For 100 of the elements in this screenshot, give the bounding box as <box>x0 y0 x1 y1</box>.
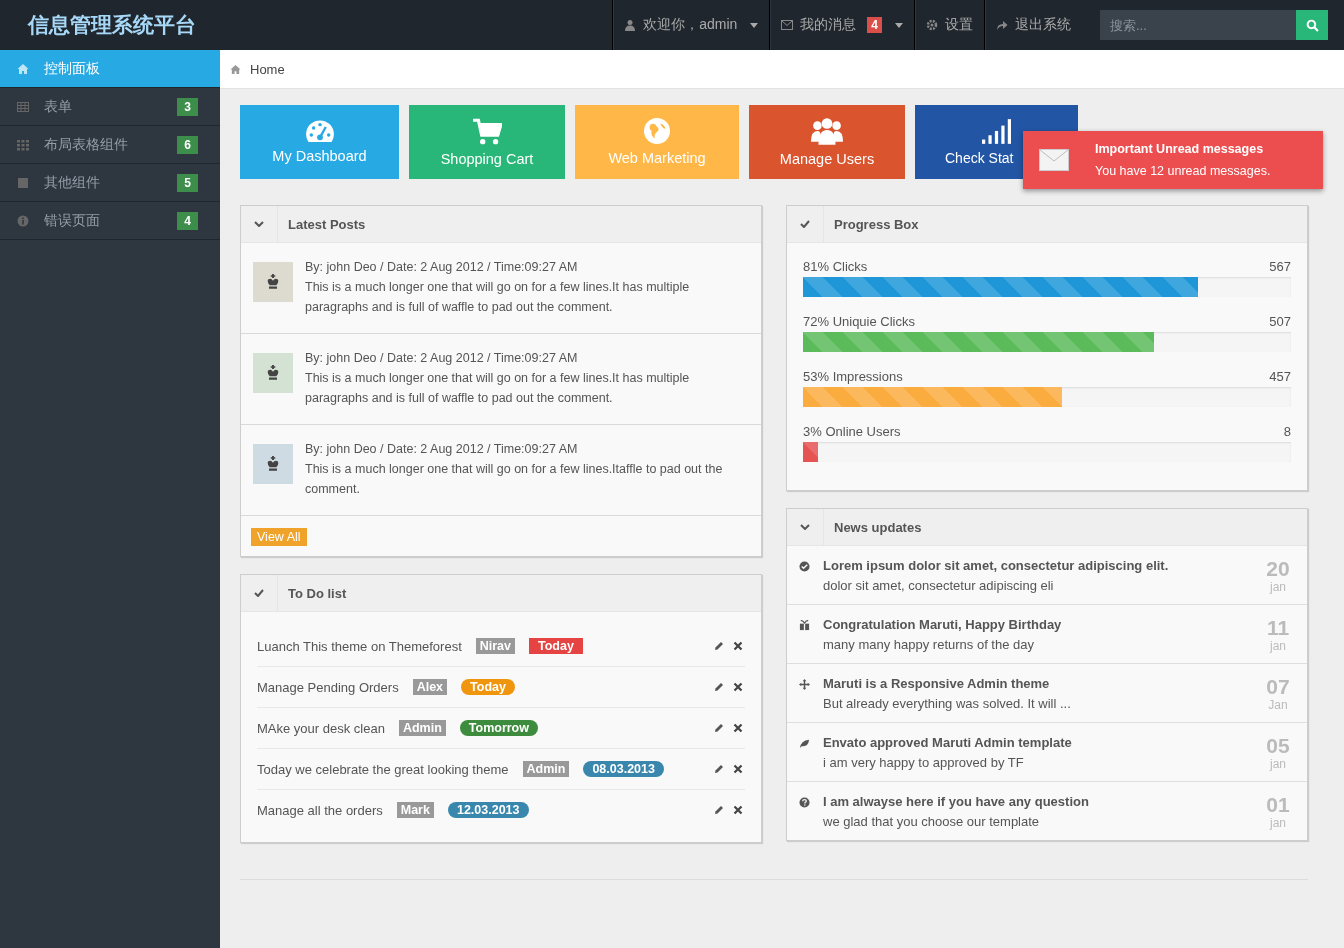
panel-title: To Do list <box>288 585 347 601</box>
post-meta: By: john Deo / Date: 2 Aug 2012 / Time:09:27 AM <box>305 441 579 458</box>
todo-text: Manage Pending Orders <box>257 679 399 695</box>
todo-text: MAke your desk clean <box>257 720 385 736</box>
caret-icon <box>895 22 903 28</box>
news-month: jan <box>1270 816 1286 830</box>
menu-item-icon <box>17 62 29 75</box>
shortcut-tile[interactable]: Manage Users <box>749 105 905 179</box>
news-month: Jan <box>1268 698 1288 712</box>
todo-text: Luanch This theme on Themeforest <box>257 638 462 654</box>
date-tag: Today <box>461 679 515 695</box>
date-tag: 12.03.2013 <box>447 802 529 818</box>
post-text: This is a much longer one that will go on for a few lines.Itaffle to pad out the comment. <box>305 461 724 498</box>
search-field[interactable]: 搜索... <box>1100 10 1296 40</box>
sidebar-item[interactable]: 表单 3 <box>0 88 220 126</box>
search-button[interactable] <box>1296 10 1328 40</box>
sidebar-item[interactable]: 布局表格组件 6 <box>0 126 220 164</box>
news-icon <box>799 797 810 808</box>
count-badge: 3 <box>177 97 198 116</box>
count-badge: 6 <box>177 135 198 154</box>
checkmark-icon <box>800 220 810 228</box>
sidebar-item[interactable]: 错误页面 4 <box>0 202 220 240</box>
breadcrumb-link[interactable]: Home <box>250 61 285 77</box>
pencil-icon[interactable] <box>714 764 724 774</box>
delete-icon[interactable] <box>733 764 743 774</box>
chevron-icon[interactable] <box>800 524 810 530</box>
pencil-icon[interactable] <box>714 682 724 692</box>
user-icon <box>624 19 637 31</box>
news-title[interactable]: Lorem ipsum dolor sit amet, consectetur adipiscing elit. <box>823 558 1263 573</box>
pencil-icon[interactable] <box>714 805 724 815</box>
todo-text: Manage all the orders <box>257 802 383 818</box>
person-tag: Admin <box>398 720 446 736</box>
post-meta: By: john Deo / Date: 2 Aug 2012 / Time:09:27 AM <box>305 350 579 367</box>
notification-text: You have 12 unread messages. <box>1095 164 1271 178</box>
post-text: This is a much longer one that will go on for a few lines.It has multiple paragraphs and is full of waffle to pad out the comment. <box>305 370 691 407</box>
news-text: i am very happy to approved by TF <box>823 755 1025 770</box>
pencil-icon[interactable] <box>714 641 724 651</box>
person-tag: Admin <box>522 761 570 777</box>
progress-label: 3% Online Users <box>803 424 901 439</box>
person-tag: Mark <box>396 802 434 818</box>
delete-icon[interactable] <box>733 805 743 815</box>
progress-value: 507 <box>1269 314 1291 329</box>
tile-icon <box>982 118 1011 144</box>
panel-title: News updates <box>834 519 922 535</box>
post-meta: By: john Deo / Date: 2 Aug 2012 / Time:09:27 AM <box>305 259 579 276</box>
progress-label: 72% Uniquie Clicks <box>803 314 915 329</box>
message-count: 4 <box>867 17 882 33</box>
envelope-icon <box>1039 149 1069 171</box>
news-title[interactable]: I am alwayse here if you have any question <box>823 794 1263 809</box>
tile-icon <box>305 120 334 142</box>
settings-icon <box>926 19 938 31</box>
news-icon <box>799 561 810 572</box>
news-text: But already everything was solved. It will ... <box>823 696 1072 711</box>
menu-item-icon <box>17 100 29 113</box>
envelope-icon <box>781 19 794 31</box>
caret-icon <box>750 22 759 28</box>
person-tag: Alex <box>412 679 448 695</box>
app-title: 信息管理系统平台 <box>26 12 196 38</box>
sidebar-item[interactable]: 其他组件 5 <box>0 164 220 202</box>
post-text: This is a much longer one that will go on for a few lines.It has multiple paragraphs and is full of waffle to pad out the comment. <box>305 279 691 316</box>
home-icon <box>230 63 241 75</box>
share-arrow-icon <box>996 19 1008 31</box>
panel-title: Progress Box <box>834 216 919 232</box>
news-day: 07 <box>1266 676 1290 698</box>
delete-icon[interactable] <box>733 682 743 692</box>
date-tag: 08.03.2013 <box>583 761 664 777</box>
date-tag: Tomorrow <box>459 720 538 736</box>
delete-icon[interactable] <box>733 641 743 651</box>
menu-item-icon <box>17 138 29 151</box>
news-day: 01 <box>1266 794 1290 816</box>
news-text: many many happy returns of the day <box>823 637 1035 652</box>
news-month: jan <box>1270 580 1286 594</box>
news-month: jan <box>1270 757 1286 771</box>
progress-value: 567 <box>1269 259 1291 274</box>
news-text: we glad that you choose our template <box>823 814 1041 829</box>
count-badge: 5 <box>177 173 198 192</box>
pencil-icon[interactable] <box>714 723 724 733</box>
news-title[interactable]: Maruti is a Responsive Admin theme <box>823 676 1263 691</box>
checkmark-icon <box>254 589 264 597</box>
news-month: jan <box>1270 639 1286 653</box>
progress-value: 457 <box>1269 369 1291 384</box>
delete-icon[interactable] <box>733 723 743 733</box>
news-icon <box>799 620 810 631</box>
news-title[interactable]: Congratulation Maruti, Happy Birthday <box>823 617 1263 632</box>
news-icon <box>799 738 810 749</box>
menu-item-icon <box>17 214 29 227</box>
news-day: 05 <box>1266 735 1290 757</box>
date-tag: Today <box>529 638 583 654</box>
progress-label: 81% Clicks <box>803 259 868 274</box>
menu-item-icon <box>17 176 29 189</box>
tile-icon <box>472 117 502 145</box>
progress-label: 53% Impressions <box>803 369 903 384</box>
tile-icon <box>811 117 843 145</box>
news-title[interactable]: Envato approved Maruti Admin template <box>823 735 1263 750</box>
chevron-icon[interactable] <box>254 221 264 227</box>
person-tag: Nirav <box>475 638 516 654</box>
tile-icon <box>644 118 670 144</box>
news-icon <box>799 679 810 690</box>
news-day: 20 <box>1266 558 1290 580</box>
news-text: dolor sit amet, consectetur adipiscing eli <box>823 578 1055 593</box>
